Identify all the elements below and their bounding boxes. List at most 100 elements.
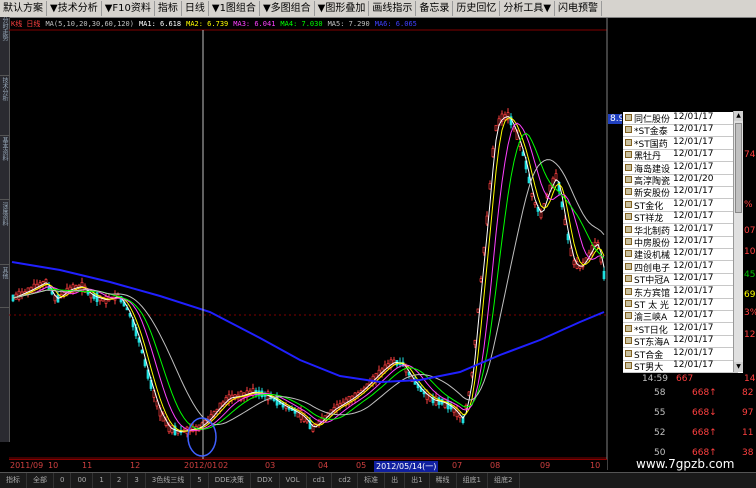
stock-list-row[interactable]: 海岛建设 12/01/17: [623, 162, 738, 175]
date-label-8: 05: [356, 461, 367, 470]
bottom-tab-1[interactable]: 全部: [27, 473, 54, 488]
bottom-tab-14[interactable]: 标准: [358, 473, 386, 488]
ma4-line: [12, 132, 605, 431]
bottom-tab-6[interactable]: 3: [128, 473, 146, 488]
stock-icon: [625, 362, 632, 369]
bottom-tab-3[interactable]: 00: [71, 473, 94, 488]
stock-list-row[interactable]: ST男大 12/01/17: [623, 360, 738, 373]
stock-icon: [625, 213, 632, 221]
candle-body: [572, 260, 576, 266]
stock-list-row[interactable]: ST中冠A 12/01/17: [623, 273, 738, 287]
stock-icon: [625, 200, 632, 208]
stock-list-row[interactable]: 同仁股份 12/01/17: [623, 112, 738, 125]
bottom-tab-13[interactable]: cd2: [332, 473, 359, 488]
watermark: www.7gpzb.com: [636, 457, 735, 471]
popup-scrollbar[interactable]: ▲ ▼: [733, 111, 743, 372]
stock-icon: [625, 250, 632, 258]
stock-list-row[interactable]: ST合金 12/01/17: [623, 348, 738, 361]
bottom-tab-8[interactable]: 5: [191, 473, 209, 488]
stock-list-row[interactable]: *ST日化 12/01/17: [623, 323, 738, 336]
quote-value-10: 14: [744, 374, 756, 384]
quote-value-4: 45: [744, 270, 756, 280]
stock-list-popup[interactable]: 同仁股份 12/01/17 *ST金泰 12/01/17 *ST国药 12/01/17 黑牡…: [622, 111, 744, 374]
quote-value-18: 668↑: [692, 428, 717, 438]
stock-icon: [625, 126, 632, 134]
bottom-tab-19[interactable]: 组底2: [488, 473, 520, 488]
bottom-tab-9[interactable]: DDE决策: [209, 473, 251, 488]
stock-name: 新安股份: [634, 189, 671, 200]
stock-name: 华北制药: [634, 226, 671, 237]
stock-icon: [625, 138, 632, 146]
ma5-line: [12, 159, 605, 426]
ma3-line: [12, 122, 605, 431]
bottom-tab-0[interactable]: 指标: [0, 473, 27, 488]
signal-date: 12/01/17: [673, 223, 714, 234]
stock-name: *ST金泰: [634, 127, 668, 138]
stock-name: 东方宾馆: [634, 288, 671, 299]
stock-icon: [625, 300, 632, 307]
signal-date: 12/01/17: [673, 186, 714, 197]
candle-body: [602, 270, 606, 280]
stock-list-row[interactable]: 高淳陶瓷 12/01/20: [623, 174, 738, 187]
candle-body: [533, 202, 537, 206]
scroll-down-arrow-icon[interactable]: ▼: [734, 362, 743, 372]
stock-list-row[interactable]: ST祥龙 12/01/17: [623, 211, 738, 225]
bottom-tab-4[interactable]: 1: [93, 473, 111, 488]
stock-icon: [625, 262, 632, 270]
stock-list-row[interactable]: 华北制药 12/01/17: [623, 224, 738, 237]
bottom-tab-16[interactable]: 出1: [405, 473, 430, 488]
signal-date: 12/01/17: [673, 273, 714, 284]
candle-body: [599, 257, 603, 263]
stock-list-row[interactable]: 建设机械 12/01/17: [623, 248, 738, 262]
stock-list-row[interactable]: ST金化 12/01/17: [623, 199, 738, 212]
stock-list-row[interactable]: 四创电子 12/01/17: [623, 261, 738, 274]
stock-name: *ST国药: [634, 139, 668, 150]
signal-date: 12/01/17: [673, 211, 714, 222]
stock-list-row[interactable]: ST 太 光 12/01/17: [623, 298, 738, 311]
stock-icon: [625, 238, 632, 245]
quote-value-0: 74: [744, 150, 756, 160]
quote-value-5: 69: [744, 290, 756, 300]
stock-list-row[interactable]: 黑牡丹 12/01/17: [623, 149, 738, 163]
date-axis: 2011/09 10 11 12 2012/01 02 03 04 05 2012/05/14(一…: [9, 459, 607, 472]
signal-date: 12/01/17: [673, 248, 714, 259]
bottom-tab-11[interactable]: VOL: [280, 473, 307, 488]
moving-average-lines: [11, 116, 605, 433]
bottom-tab-12[interactable]: cd1: [307, 473, 333, 488]
stock-name: ST东海A: [634, 338, 670, 349]
stock-list-row[interactable]: *ST金泰 12/01/17: [623, 124, 738, 138]
date-label-5: 02: [218, 461, 229, 470]
date-label-9: 2012/05/14(一): [374, 461, 439, 472]
bottom-tab-15[interactable]: 出: [385, 473, 406, 488]
scroll-up-arrow-icon[interactable]: ▲: [734, 111, 743, 121]
stock-icon: [625, 114, 632, 121]
bottom-tab-5[interactable]: 2: [111, 473, 129, 488]
signal-date: 12/01/17: [673, 360, 714, 370]
bottom-tab-10[interactable]: DDX: [251, 473, 280, 488]
stock-list-row[interactable]: 东方宾馆 12/01/17: [623, 286, 738, 299]
stock-name: 中房股份: [634, 239, 671, 249]
bottom-tab-18[interactable]: 组底1: [457, 473, 489, 488]
date-label-3: 12: [130, 461, 141, 470]
bottom-tab-17[interactable]: 稀线: [430, 473, 457, 488]
candle-body: [539, 211, 543, 219]
quote-value-6: 3%: [744, 308, 756, 318]
scroll-thumb[interactable]: [735, 123, 742, 213]
signal-date: 12/01/17: [673, 136, 714, 147]
quote-value-17: 52: [654, 428, 666, 438]
stock-list-row[interactable]: *ST国药 12/01/17: [623, 137, 738, 150]
quote-value-1: %: [744, 200, 753, 210]
quote-value-3: 10: [744, 247, 756, 257]
stock-icon: [625, 324, 632, 332]
quote-value-9: 667: [676, 374, 694, 384]
stock-list-row[interactable]: 中房股份 12/01/17: [623, 236, 738, 249]
candle-body: [488, 183, 492, 190]
candle-body: [491, 147, 495, 158]
candle-body: [494, 124, 498, 132]
stock-list-row[interactable]: 新安股份 12/01/17: [623, 186, 738, 200]
bottom-tab-7[interactable]: 3色线三线: [146, 473, 192, 488]
stock-list-row[interactable]: 渝三峡A 12/01/17: [623, 310, 738, 324]
stock-list-row[interactable]: ST东海A 12/01/17: [623, 335, 738, 349]
candlesticks: [11, 108, 606, 438]
bottom-tab-2[interactable]: 0: [54, 473, 72, 488]
